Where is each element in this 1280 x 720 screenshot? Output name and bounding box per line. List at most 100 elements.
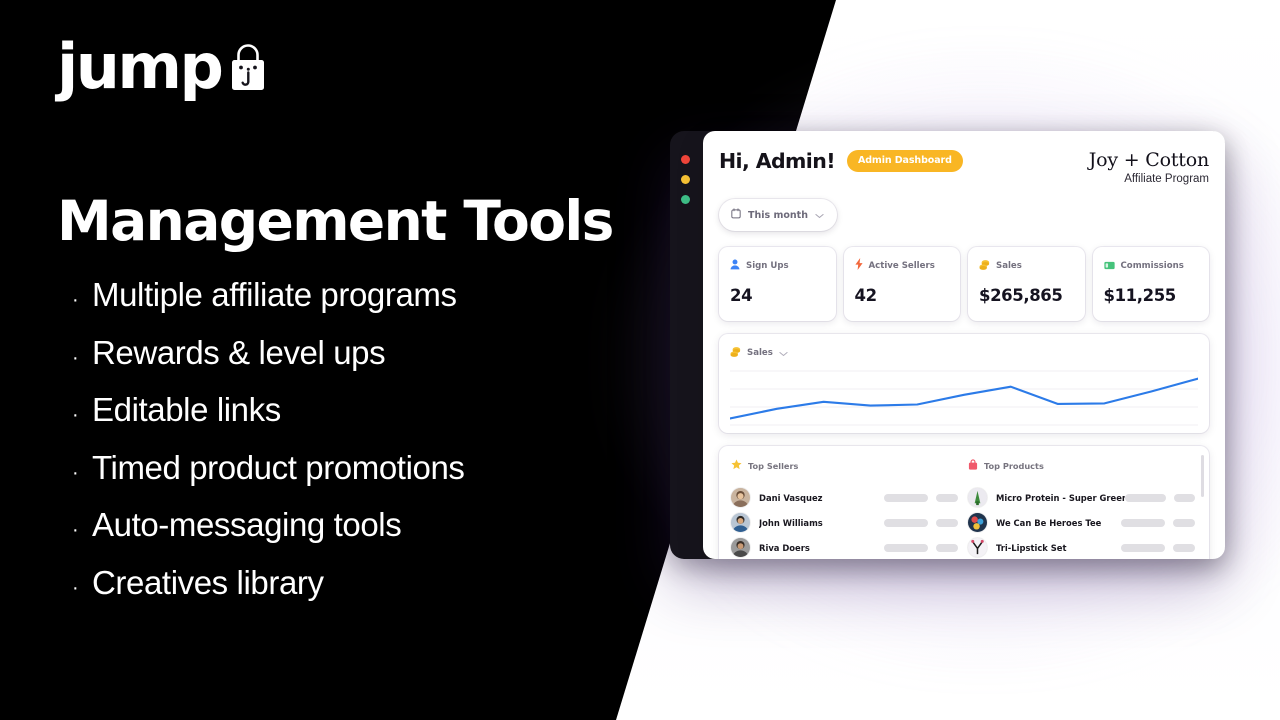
top-lists-panel: Top Sellers Dani Vasquez John Williams R… [719, 446, 1209, 559]
stat-value: 42 [854, 286, 878, 306]
date-range-value: This month [748, 209, 808, 221]
list-item: · Editable links [62, 393, 602, 451]
list-item-label: John Williams [759, 517, 823, 528]
avatar [731, 513, 750, 533]
product-thumbnail [968, 513, 987, 533]
list-item-label: Timed product promotions [92, 448, 465, 486]
stat-card-row: Sign Ups 24 Active Sellers 42 Sales $265… [719, 247, 1209, 322]
bullet-dot: · [72, 519, 79, 541]
list-item[interactable]: John Williams [731, 510, 960, 535]
list-item[interactable]: Tri-Lipstick Set [968, 535, 1197, 559]
list-item: · Auto-messaging tools [62, 508, 602, 566]
bag-icon [968, 457, 978, 475]
zoom-button[interactable] [681, 195, 690, 204]
star-icon [731, 457, 742, 475]
stat-value: $11,255 [1103, 286, 1177, 306]
list-item-label: Multiple affiliate programs [92, 276, 457, 313]
value-placeholder [1173, 543, 1195, 552]
lightning-icon [854, 257, 863, 275]
list-item-label: Creatives library [92, 563, 324, 601]
brand-logo[interactable]: jump [57, 30, 271, 103]
avatar [731, 538, 750, 558]
money-icon [1103, 257, 1115, 275]
value-placeholder [936, 518, 958, 527]
stat-card-sign-ups[interactable]: Sign Ups 24 [719, 247, 836, 322]
logo-wordmark: jump [57, 30, 224, 103]
list-item: · Multiple affiliate programs [62, 278, 602, 336]
stat-card-active-sellers[interactable]: Active Sellers 42 [843, 247, 960, 322]
list-item-label: We Can Be Heroes Tee [996, 517, 1102, 528]
stat-value: 24 [730, 286, 753, 306]
value-placeholder [936, 493, 958, 502]
value-placeholder [1121, 543, 1165, 552]
sales-chart-panel: Sales [719, 334, 1209, 434]
list-item[interactable]: Riva Doers [731, 535, 960, 559]
value-placeholder [1173, 518, 1195, 527]
bullet-dot: · [72, 576, 79, 599]
product-thumbnail [968, 488, 987, 508]
value-placeholder [884, 518, 928, 527]
top-products-column: Top Products Micro Protein - Super Green… [960, 457, 1197, 559]
value-placeholder [1121, 518, 1165, 527]
top-sellers-column: Top Sellers Dani Vasquez John Williams R… [731, 457, 960, 559]
chart-legend-label: Sales [747, 348, 773, 359]
list-item-label: Dani Vasquez [759, 492, 823, 503]
app-window: Hi, Admin! Admin Dashboard Joy + Cotton … [670, 131, 1225, 559]
slide-canvas: jump Management Tools · Multiple affilia… [0, 0, 1280, 720]
stat-label: Sign Ups [746, 261, 789, 272]
product-thumbnail [968, 538, 987, 558]
line-chart-svg [730, 370, 1198, 426]
chart-legend[interactable]: Sales [730, 344, 1198, 362]
chevron-down-icon[interactable] [779, 344, 788, 362]
bullet-dot: · [72, 404, 79, 426]
list-item-label: Tri-Lipstick Set [996, 542, 1067, 553]
list-item-label: Auto-messaging tools [92, 506, 402, 543]
top-products-title: Top Products [984, 461, 1044, 472]
value-placeholder [1174, 493, 1196, 502]
list-item-label: Riva Doers [759, 542, 810, 553]
minimize-button[interactable] [681, 175, 690, 184]
bullet-dot: · [72, 346, 79, 369]
stat-value: $265,865 [979, 286, 1063, 306]
brand-subtitle: Affiliate Program [1124, 173, 1209, 186]
line-chart [730, 367, 1198, 431]
date-range-filter[interactable]: This month [719, 199, 837, 232]
stat-label: Sales [996, 261, 1022, 272]
feature-list: · Multiple affiliate programs · Rewards … [62, 278, 602, 623]
list-item-label: Micro Protein - Super Greens [996, 492, 1125, 503]
stat-card-sales[interactable]: Sales $265,865 [968, 247, 1085, 322]
brand-name: Joy + Cotton [1088, 149, 1210, 171]
stat-label: Commissions [1120, 261, 1184, 272]
list-item[interactable]: We Can Be Heroes Tee [968, 510, 1197, 535]
value-placeholder [1124, 493, 1167, 502]
list-item: · Creatives library [62, 566, 602, 624]
close-button[interactable] [681, 155, 690, 164]
program-brand: Joy + Cotton Affiliate Program [1088, 149, 1210, 186]
dashboard-header: Hi, Admin! Admin Dashboard Joy + Cotton … [719, 149, 1209, 185]
list-item[interactable]: Dani Vasquez [731, 485, 960, 510]
list-item-label: Rewards & level ups [92, 333, 386, 371]
bullet-dot: · [72, 289, 79, 311]
person-icon [730, 257, 740, 275]
coins-icon [979, 257, 990, 275]
list-item: · Rewards & level ups [62, 336, 602, 394]
calendar-icon [731, 206, 741, 224]
page-title: Management Tools [57, 189, 614, 253]
list-item[interactable]: Micro Protein - Super Greens [968, 485, 1197, 510]
top-sellers-title: Top Sellers [748, 461, 799, 472]
chevron-down-icon [815, 206, 824, 224]
list-item-label: Editable links [92, 391, 281, 428]
stat-card-commissions[interactable]: Commissions $11,255 [1092, 247, 1209, 322]
window-controls[interactable] [681, 155, 690, 204]
dashboard-viewport: Hi, Admin! Admin Dashboard Joy + Cotton … [703, 131, 1225, 559]
shopping-bag-icon [225, 43, 271, 93]
value-placeholder [936, 543, 958, 552]
bullet-dot: · [72, 461, 79, 484]
list-item: · Timed product promotions [62, 451, 602, 509]
value-placeholder [884, 493, 928, 502]
scrollbar-thumb[interactable] [1201, 455, 1204, 498]
status-badge: Admin Dashboard [846, 150, 963, 172]
avatar [731, 488, 750, 508]
stat-label: Active Sellers [868, 261, 935, 272]
coins-icon [730, 344, 741, 362]
